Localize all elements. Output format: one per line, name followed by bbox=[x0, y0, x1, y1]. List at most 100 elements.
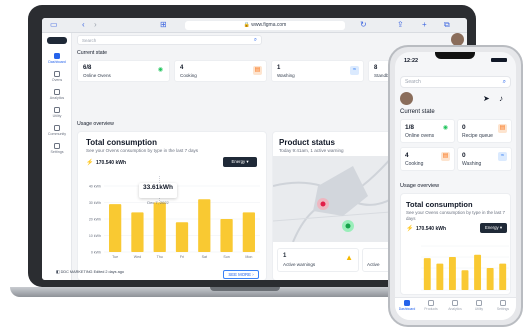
x-tick-label: Wed bbox=[134, 255, 141, 259]
x-tick-label: Tue bbox=[112, 255, 118, 259]
phone-consumption-card: Total consumption See your Ovens consump… bbox=[400, 193, 511, 295]
sidebar-item-community[interactable]: Community bbox=[42, 125, 72, 136]
back-icon[interactable]: ‹ bbox=[82, 20, 85, 30]
x-tick-label: Thu bbox=[157, 255, 163, 259]
brand-logo bbox=[47, 37, 67, 44]
utility-icon bbox=[54, 107, 60, 113]
y-tick-label: 20 kWh bbox=[89, 218, 101, 222]
location-arrow-icon[interactable]: ➤ bbox=[483, 94, 490, 103]
y-tick-label: 0 kWh bbox=[91, 251, 101, 255]
settings-icon bbox=[500, 300, 506, 306]
phone-card-online[interactable]: 1/8 Online ovens ◉ bbox=[400, 119, 455, 143]
tab-products[interactable]: Products bbox=[419, 300, 443, 311]
phone-card-recipe[interactable]: 0 Recipe queue ▤ bbox=[457, 119, 512, 143]
tab-settings[interactable]: Settings bbox=[491, 300, 515, 311]
reader-icon[interactable]: ⊞ bbox=[160, 20, 167, 30]
url-text: www.figma.com bbox=[251, 22, 287, 28]
bar[interactable] bbox=[242, 212, 255, 252]
bar[interactable] bbox=[220, 219, 233, 252]
bar[interactable] bbox=[109, 204, 122, 252]
bar[interactable] bbox=[461, 270, 469, 290]
mockup-stage: ▭ ‹ › ⊞ 🔒 www.figma.com ↻ ⇪ + ⧉ Dashboar… bbox=[0, 0, 525, 327]
analytics-icon bbox=[452, 300, 458, 306]
y-tick-label: 40 kWh bbox=[89, 185, 101, 189]
phone-consumption-chart bbox=[421, 245, 509, 291]
consumption-total: 170.540 kWh bbox=[416, 226, 447, 232]
search-input[interactable]: Search ⌕ bbox=[77, 35, 262, 45]
search-icon: ⌕ bbox=[502, 79, 506, 85]
tab-bar: Dashboard Products Analytics Utility Set… bbox=[395, 297, 516, 320]
energy-filter-dropdown[interactable]: Energy ▾ bbox=[480, 223, 507, 233]
bar[interactable] bbox=[436, 263, 444, 290]
chart-tooltip: 33.61kWh Dec 7, 2022 bbox=[139, 183, 177, 205]
bar[interactable] bbox=[448, 257, 456, 290]
active-warnings-card[interactable]: 1 Active warnings ▲ bbox=[277, 248, 359, 272]
phone-card-cooking[interactable]: 4 Cooking ▤ bbox=[400, 147, 455, 171]
state-cards: 6/8 Online Ovens ◉ 4 Cooking ▤ 1 Washing… bbox=[77, 60, 398, 82]
bar[interactable] bbox=[175, 222, 189, 252]
products-icon bbox=[428, 300, 434, 306]
bolt-icon: ⚡ bbox=[406, 226, 414, 232]
analytics-icon bbox=[54, 89, 60, 95]
energy-filter-dropdown[interactable]: Energy ▾ bbox=[223, 157, 257, 167]
search-icon: ⌕ bbox=[253, 37, 257, 43]
url-bar[interactable]: 🔒 www.figma.com bbox=[185, 21, 345, 30]
x-tick-label: Fri bbox=[180, 255, 184, 259]
forward-icon[interactable]: › bbox=[94, 20, 97, 30]
see-more-button[interactable]: SEE MORE › bbox=[223, 270, 259, 279]
utility-icon bbox=[476, 300, 482, 306]
phone-screen: 12:22 Search ⌕ ➤ ♪ Current state 1/8 Onl… bbox=[395, 52, 516, 320]
battery-icon bbox=[491, 58, 507, 62]
phone-frame: 12:22 Search ⌕ ➤ ♪ Current state 1/8 Onl… bbox=[388, 45, 523, 327]
sidebar-item-analytics[interactable]: Analytics bbox=[42, 89, 72, 100]
tabs-overview-icon[interactable]: ⧉ bbox=[444, 20, 450, 30]
dashboard-icon bbox=[54, 53, 60, 59]
consumption-subtitle: See your Ovens consumption by type in th… bbox=[406, 210, 506, 221]
bar[interactable] bbox=[474, 254, 482, 290]
product-status-subtitle: Today 9:41am, 1 active warning bbox=[279, 148, 344, 153]
y-tick-label: 10 kWh bbox=[89, 234, 101, 238]
browser-toolbar: ▭ ‹ › ⊞ 🔒 www.figma.com ↻ ⇪ + ⧉ bbox=[42, 18, 467, 33]
share-icon[interactable]: ⇪ bbox=[397, 20, 404, 30]
laptop-notch bbox=[210, 287, 280, 291]
sidebar-item-dashboard[interactable]: Dashboard bbox=[42, 53, 72, 64]
tab-analytics[interactable]: Analytics bbox=[443, 300, 467, 311]
dashboard-icon bbox=[404, 300, 410, 306]
cooking-icon: ▤ bbox=[441, 152, 450, 161]
state-card-online[interactable]: 6/8 Online Ovens ◉ bbox=[77, 60, 170, 82]
avatar[interactable] bbox=[400, 92, 413, 105]
current-state-title: Current state bbox=[77, 50, 107, 56]
sidebar-item-ovens[interactable]: Ovens bbox=[42, 71, 72, 82]
bell-icon[interactable]: ♪ bbox=[499, 94, 503, 103]
oven-icon bbox=[54, 71, 60, 77]
tab-dashboard[interactable]: Dashboard bbox=[395, 300, 419, 311]
bar[interactable] bbox=[486, 268, 494, 290]
state-card-cooking[interactable]: 4 Cooking ▤ bbox=[174, 60, 267, 82]
tab-utility[interactable]: Utility bbox=[467, 300, 491, 311]
recipe-icon: ▤ bbox=[498, 124, 507, 133]
consumption-subtitle: See your Ovens consumption by type in th… bbox=[86, 148, 199, 153]
usage-title: Usage overview bbox=[400, 183, 440, 189]
bar[interactable] bbox=[131, 212, 144, 252]
consumption-title: Total consumption bbox=[406, 200, 473, 209]
bar[interactable] bbox=[153, 202, 166, 253]
sidebar-item-utility[interactable]: Utility bbox=[42, 107, 72, 118]
new-tab-icon[interactable]: + bbox=[422, 20, 427, 30]
bar[interactable] bbox=[198, 199, 211, 252]
phone-search-input[interactable]: Search ⌕ bbox=[400, 76, 511, 88]
map[interactable] bbox=[273, 155, 401, 243]
map-roads bbox=[273, 155, 401, 243]
phone-card-washing[interactable]: 0 Washing ≈ bbox=[457, 147, 512, 171]
bar[interactable] bbox=[423, 258, 431, 290]
product-status-title: Product status bbox=[279, 138, 336, 147]
sidebar-toggle-icon[interactable]: ▭ bbox=[50, 20, 58, 30]
current-state-title: Current state bbox=[400, 109, 435, 115]
x-tick-label: Sun bbox=[223, 255, 229, 259]
x-tick-label: Mon bbox=[245, 255, 252, 259]
product-status-card: Product status Today 9:41am, 1 active wa… bbox=[272, 131, 402, 280]
refresh-icon[interactable]: ↻ bbox=[360, 20, 367, 30]
bar[interactable] bbox=[499, 263, 507, 290]
wifi-icon: ◉ bbox=[157, 67, 164, 73]
sidebar-item-settings[interactable]: Settings bbox=[42, 143, 72, 154]
state-card-washing[interactable]: 1 Washing ≈ bbox=[271, 60, 364, 82]
